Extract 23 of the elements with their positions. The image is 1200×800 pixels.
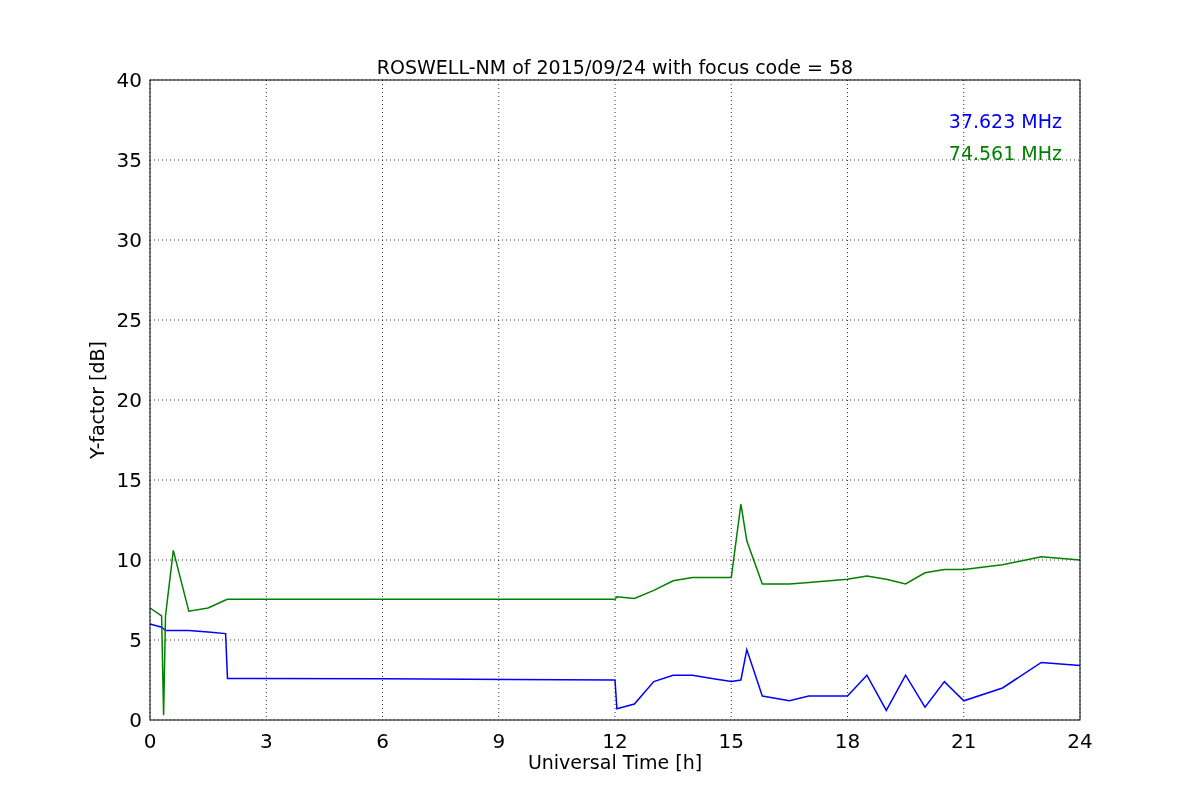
x-axis-label: Universal Time [h]	[527, 751, 703, 773]
x-tick-label: 0	[143, 729, 157, 753]
x-tick-label: 3	[259, 729, 273, 753]
y-tick-label: 20	[116, 388, 142, 412]
y-tick-label: 0	[129, 708, 142, 732]
x-tick-label: 12	[602, 729, 628, 753]
x-tick-label: 18	[834, 729, 861, 753]
x-tick-label: 6	[376, 729, 389, 753]
x-tick-label: 15	[718, 729, 744, 753]
y-tick-label: 35	[116, 148, 142, 172]
chart-title: ROSWELL-NM of 2015/09/24 with focus code = 58	[376, 56, 854, 78]
y-tick-label: 25	[116, 308, 142, 332]
legend-label: 74.561 MHz	[948, 142, 1062, 164]
y-tick-label: 30	[116, 228, 142, 252]
x-tick-label: 9	[492, 729, 506, 753]
y-tick-label: 10	[116, 548, 142, 572]
x-tick-label: 24	[1067, 729, 1093, 753]
y-tick-label: 15	[116, 468, 142, 492]
legend-label: 37.623 MHz	[948, 110, 1062, 132]
y-tick-label: 5	[129, 628, 142, 652]
y-axis-label: Y-factor [dB]	[86, 341, 108, 459]
x-tick-label: 21	[951, 729, 977, 753]
y-tick-label: 40	[116, 68, 142, 92]
